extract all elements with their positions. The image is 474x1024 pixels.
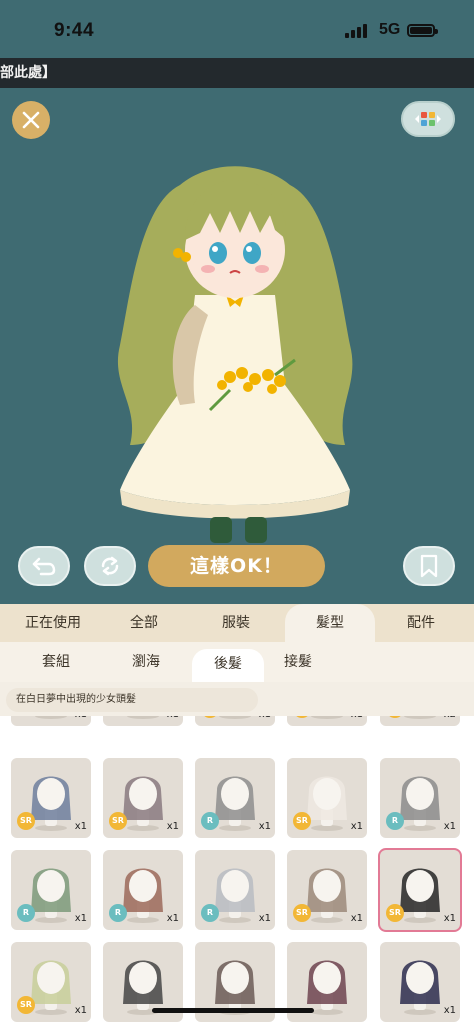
tab-all[interactable]: 全部 [99, 604, 189, 642]
status-bar: 9:44 5G [0, 0, 474, 60]
hair-item-card[interactable]: SR x1 [11, 758, 91, 838]
close-button[interactable] [12, 101, 50, 139]
rarity-badge: SR [293, 904, 311, 922]
hair-item-card[interactable]: x1 [103, 716, 183, 726]
character-avatar [117, 166, 353, 543]
rarity-badge: SR [17, 812, 35, 830]
item-quantity: x1 [443, 913, 456, 924]
hair-item-card[interactable]: SR x1 [380, 850, 460, 930]
item-quantity: x2 [444, 716, 456, 720]
close-icon [22, 111, 40, 129]
subtab-extensions[interactable]: 接髮 [262, 647, 334, 677]
rarity-badge: R [201, 904, 219, 922]
hair-item-card[interactable]: SR x1 [287, 758, 367, 838]
subtab-bangs[interactable]: 瀏海 [110, 647, 182, 677]
undo-icon [32, 557, 56, 576]
hair-item-card[interactable]: Rx1 [380, 758, 460, 838]
item-quantity: x1 [350, 821, 363, 832]
item-quantity: x1 [443, 821, 456, 832]
randomize-button[interactable] [84, 546, 136, 586]
rarity-badge: SR [293, 812, 311, 830]
item-quantity: x1 [443, 1005, 456, 1016]
hair-item-card[interactable]: SR x1 [103, 758, 183, 838]
home-indicator[interactable] [152, 1008, 314, 1013]
item-quantity: x1 [350, 913, 363, 924]
rarity-badge: SR [17, 996, 35, 1014]
tab-clothing[interactable]: 服裝 [191, 604, 281, 642]
hair-item-card[interactable]: SRx2 [380, 716, 460, 726]
item-quantity: x1 [166, 913, 179, 924]
hair-preview-icon [219, 716, 251, 719]
item-quantity: x1 [351, 716, 363, 720]
hair-item-card[interactable]: Rx1 [11, 850, 91, 930]
bookmark-button[interactable] [403, 546, 455, 586]
item-grid: x1x1SRx1SRx1SRx2SRx1SRx1Rx1SRx1Rx1Rx1Rx1… [0, 716, 474, 1024]
hair-item-card[interactable]: Rx1 [195, 758, 275, 838]
item-quantity: x1 [258, 821, 271, 832]
hair-item-card[interactable]: Rx1 [195, 850, 275, 930]
bookmark-icon [420, 554, 438, 578]
hair-item-card[interactable]: SR x1 [287, 850, 367, 930]
category-description: 在白日夢中出現的少女頭髮 [6, 688, 258, 712]
item-quantity: x1 [75, 716, 87, 720]
top-banner[interactable]: 部此處】 [0, 58, 474, 88]
item-quantity: x1 [74, 1005, 87, 1016]
item-quantity: x1 [259, 716, 271, 720]
item-quantity: x1 [74, 913, 87, 924]
hair-item-card[interactable]: x1 [380, 942, 460, 1022]
hair-item-card[interactable]: SRx1 [287, 716, 367, 726]
rarity-badge: R [17, 904, 35, 922]
item-quantity: x1 [166, 821, 179, 832]
rarity-badge: SR [109, 812, 127, 830]
tab-hairstyle[interactable]: 髮型 [285, 604, 375, 642]
hair-item-card[interactable]: SR x1 [11, 942, 91, 1022]
rarity-badge: R [109, 904, 127, 922]
refresh-icon [101, 556, 119, 576]
battery-icon [407, 24, 438, 37]
color-grid-icon [415, 112, 441, 126]
wardrobe-panel: 正在使用 全部 服裝 髮型 配件 套組 瀏海 後髮 接髮 在白日夢中出現的少女頭… [0, 604, 474, 1024]
rarity-badge: SR [386, 904, 404, 922]
rarity-badge: R [201, 812, 219, 830]
signal-icon [345, 24, 367, 38]
subtab-back-hair[interactable]: 後髮 [192, 649, 264, 682]
subtab-set[interactable]: 套組 [20, 647, 92, 677]
hair-item-card[interactable]: Rx1 [103, 850, 183, 930]
hair-preview-icon [404, 716, 436, 719]
tab-accessories[interactable]: 配件 [376, 604, 466, 642]
item-quantity: x1 [167, 716, 179, 720]
hair-preview-icon [127, 716, 159, 719]
hair-item-card[interactable]: x1 [11, 716, 91, 726]
hair-item-card[interactable]: SRx1 [195, 716, 275, 726]
hair-subtabs: 套組 瀏海 後髮 接髮 [0, 642, 474, 682]
item-quantity: x1 [74, 821, 87, 832]
item-quantity: x1 [258, 913, 271, 924]
hair-preview-icon [311, 716, 343, 719]
undo-button[interactable] [18, 546, 70, 586]
hair-preview-icon [35, 716, 67, 719]
category-tabs: 正在使用 全部 服裝 髮型 配件 [0, 604, 474, 642]
confirm-ok-button[interactable]: 這樣OK！ [148, 545, 325, 587]
layout-toggle-button[interactable] [401, 101, 455, 137]
network-label: 5G [379, 21, 401, 38]
rarity-badge: R [386, 812, 404, 830]
hair-preview-icon [400, 960, 440, 1015]
tab-in-use[interactable]: 正在使用 [8, 604, 98, 642]
status-time: 9:44 [54, 20, 95, 41]
